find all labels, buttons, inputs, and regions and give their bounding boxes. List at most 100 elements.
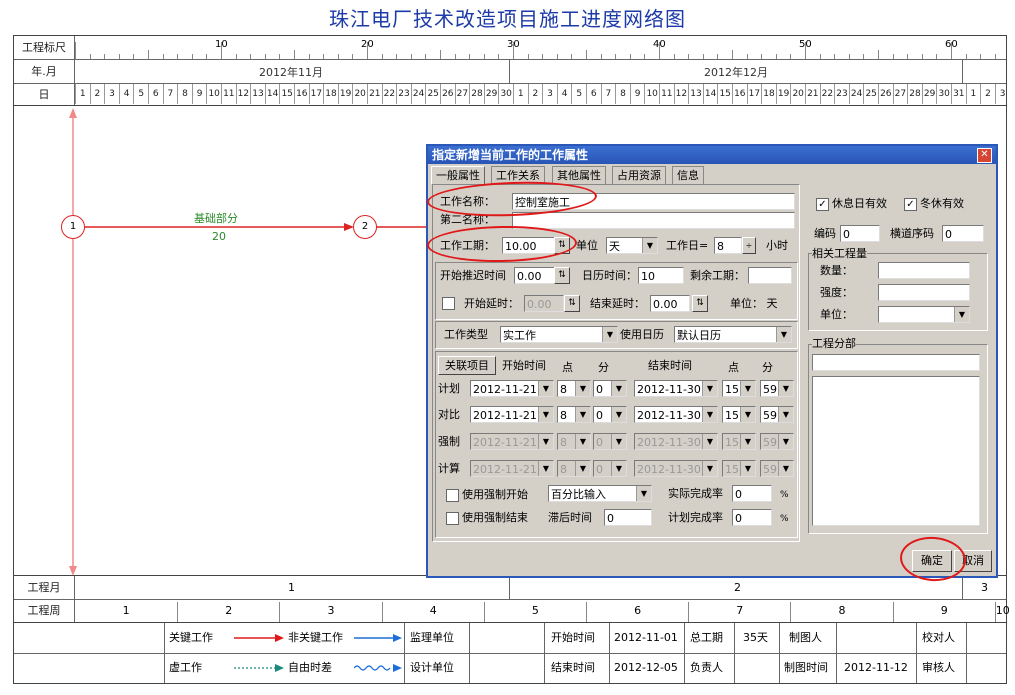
- chevron-down-icon[interactable]: ▼: [702, 407, 717, 422]
- rest-valid-checkbox[interactable]: ✓: [816, 198, 829, 211]
- qty-unit-select[interactable]: ▼: [878, 306, 970, 323]
- schedule-start-hour[interactable]: 8 ▼: [557, 433, 591, 450]
- schedule-end-min[interactable]: 59 ▼: [760, 406, 794, 423]
- chevron-down-icon[interactable]: ▼: [954, 307, 969, 322]
- actual-rate-field[interactable]: 0: [732, 485, 772, 502]
- chevron-down-icon[interactable]: ▼: [575, 434, 590, 449]
- schedule-start-date[interactable]: 2012-11-21 ▼: [470, 380, 554, 397]
- schedule-start-min[interactable]: 0 ▼: [593, 380, 627, 397]
- chevron-down-icon[interactable]: ▼: [776, 327, 791, 342]
- tab-general[interactable]: 一般属性: [431, 166, 485, 184]
- chevron-down-icon[interactable]: ▼: [702, 434, 717, 449]
- schedule-end-hour[interactable]: 15 ▼: [722, 433, 756, 450]
- lag-after-field[interactable]: 0: [604, 509, 652, 526]
- schedule-end-min[interactable]: 59 ▼: [760, 433, 794, 450]
- chevron-down-icon[interactable]: ▼: [778, 407, 793, 422]
- start-delay-label: 开始推迟时间: [440, 269, 506, 282]
- lane-field[interactable]: 0: [942, 225, 984, 242]
- remaining-field[interactable]: [748, 267, 792, 284]
- calendar-time-field[interactable]: 10: [638, 267, 684, 284]
- force-end-checkbox[interactable]: [446, 512, 459, 525]
- chevron-down-icon[interactable]: ▼: [538, 407, 553, 422]
- chevron-down-icon[interactable]: ▼: [740, 381, 755, 396]
- qty-field[interactable]: [878, 262, 970, 279]
- schedule-start-hour[interactable]: 8 ▼: [557, 380, 591, 397]
- schedule-end-date[interactable]: 2012-11-30 ▼: [634, 380, 718, 397]
- force-start-checkbox[interactable]: [446, 489, 459, 502]
- chevron-down-icon[interactable]: ▼: [778, 461, 793, 476]
- start-delay-spin-icon[interactable]: ⇅: [554, 267, 570, 284]
- chevron-down-icon[interactable]: ▼: [602, 327, 617, 342]
- winter-valid-checkbox[interactable]: ✓: [904, 198, 917, 211]
- chevron-down-icon[interactable]: ▼: [642, 238, 657, 253]
- schedule-end-date[interactable]: 2012-11-30 ▼: [634, 406, 718, 423]
- end-lag-field[interactable]: 0.00: [650, 295, 690, 312]
- schedule-end-hour[interactable]: 15 ▼: [722, 406, 756, 423]
- day-cell: 3: [542, 84, 557, 104]
- second-name-field[interactable]: [512, 212, 795, 229]
- free-float-wave-icon: [354, 664, 402, 672]
- chevron-down-icon[interactable]: ▼: [611, 381, 626, 396]
- chevron-down-icon[interactable]: ▼: [702, 461, 717, 476]
- start-lag-spin-icon[interactable]: ⇅: [564, 295, 580, 312]
- tab-resources[interactable]: 占用资源: [612, 166, 666, 184]
- chevron-down-icon[interactable]: ▼: [575, 407, 590, 422]
- chevron-down-icon[interactable]: ▼: [702, 381, 717, 396]
- tab-other[interactable]: 其他属性: [552, 166, 606, 184]
- chevron-down-icon[interactable]: ▼: [778, 381, 793, 396]
- chevron-down-icon[interactable]: ▼: [611, 407, 626, 422]
- chevron-down-icon[interactable]: ▼: [538, 461, 553, 476]
- schedule-end-min[interactable]: 59 ▼: [760, 380, 794, 397]
- network-node-2[interactable]: 2: [353, 215, 377, 239]
- workday-field[interactable]: 8: [714, 237, 742, 254]
- schedule-start-min[interactable]: 0 ▼: [593, 460, 627, 477]
- section-input[interactable]: [812, 354, 980, 371]
- schedule-start-hour[interactable]: 8 ▼: [557, 460, 591, 477]
- row-label-yearmonth: 年.月: [31, 65, 57, 78]
- end-lag-spin-icon[interactable]: ⇅: [692, 295, 708, 312]
- link-project-button[interactable]: 关联项目: [438, 356, 496, 375]
- schedule-end-date[interactable]: 2012-11-30 ▼: [634, 433, 718, 450]
- chevron-down-icon[interactable]: ▼: [575, 461, 590, 476]
- activity-name[interactable]: 基础部分: [194, 210, 238, 227]
- close-icon[interactable]: ✕: [977, 148, 992, 163]
- chevron-down-icon[interactable]: ▼: [636, 486, 651, 501]
- plan-rate-field[interactable]: 0: [732, 509, 772, 526]
- chevron-down-icon[interactable]: ▼: [538, 434, 553, 449]
- day-cell: 28: [907, 84, 922, 104]
- chevron-down-icon[interactable]: ▼: [538, 381, 553, 396]
- work-type-select[interactable]: 实工作 ▼: [500, 326, 618, 343]
- schedule-start-date[interactable]: 2012-11-21 ▼: [470, 433, 554, 450]
- chevron-down-icon[interactable]: ▼: [740, 407, 755, 422]
- intensity-field[interactable]: [878, 284, 970, 301]
- start-lag-field[interactable]: 0.00: [524, 295, 564, 312]
- chevron-down-icon[interactable]: ▼: [575, 381, 590, 396]
- schedule-end-hour[interactable]: 15 ▼: [722, 380, 756, 397]
- schedule-start-date[interactable]: 2012-11-21 ▼: [470, 460, 554, 477]
- workday-spin-icon[interactable]: ÷: [742, 237, 756, 254]
- chevron-down-icon[interactable]: ▼: [778, 434, 793, 449]
- day-cell: 12: [673, 84, 689, 104]
- schedule-end-min[interactable]: 59 ▼: [760, 460, 794, 477]
- tab-info[interactable]: 信息: [672, 166, 704, 184]
- schedule-end-date[interactable]: 2012-11-30 ▼: [634, 460, 718, 477]
- chevron-down-icon[interactable]: ▼: [740, 461, 755, 476]
- code-field[interactable]: 0: [840, 225, 880, 242]
- unit-select[interactable]: 天 ▼: [606, 237, 658, 254]
- chevron-down-icon[interactable]: ▼: [611, 461, 626, 476]
- calendar-select[interactable]: 默认日历 ▼: [674, 326, 792, 343]
- section-list[interactable]: [812, 376, 980, 526]
- network-node-1[interactable]: 1: [61, 215, 85, 239]
- schedule-start-hour[interactable]: 8 ▼: [557, 406, 591, 423]
- percent-input-select[interactable]: 百分比输入 ▼: [548, 485, 652, 502]
- chevron-down-icon[interactable]: ▼: [740, 434, 755, 449]
- scale-tick: [878, 50, 879, 59]
- chevron-down-icon[interactable]: ▼: [611, 434, 626, 449]
- schedule-start-date[interactable]: 2012-11-21 ▼: [470, 406, 554, 423]
- schedule-start-min[interactable]: 0 ▼: [593, 406, 627, 423]
- schedule-end-hour[interactable]: 15 ▼: [722, 460, 756, 477]
- legend-design: 设计单位: [410, 661, 454, 674]
- start-lag-checkbox[interactable]: [442, 297, 455, 310]
- day-cell: 12: [235, 84, 251, 104]
- schedule-start-min[interactable]: 0 ▼: [593, 433, 627, 450]
